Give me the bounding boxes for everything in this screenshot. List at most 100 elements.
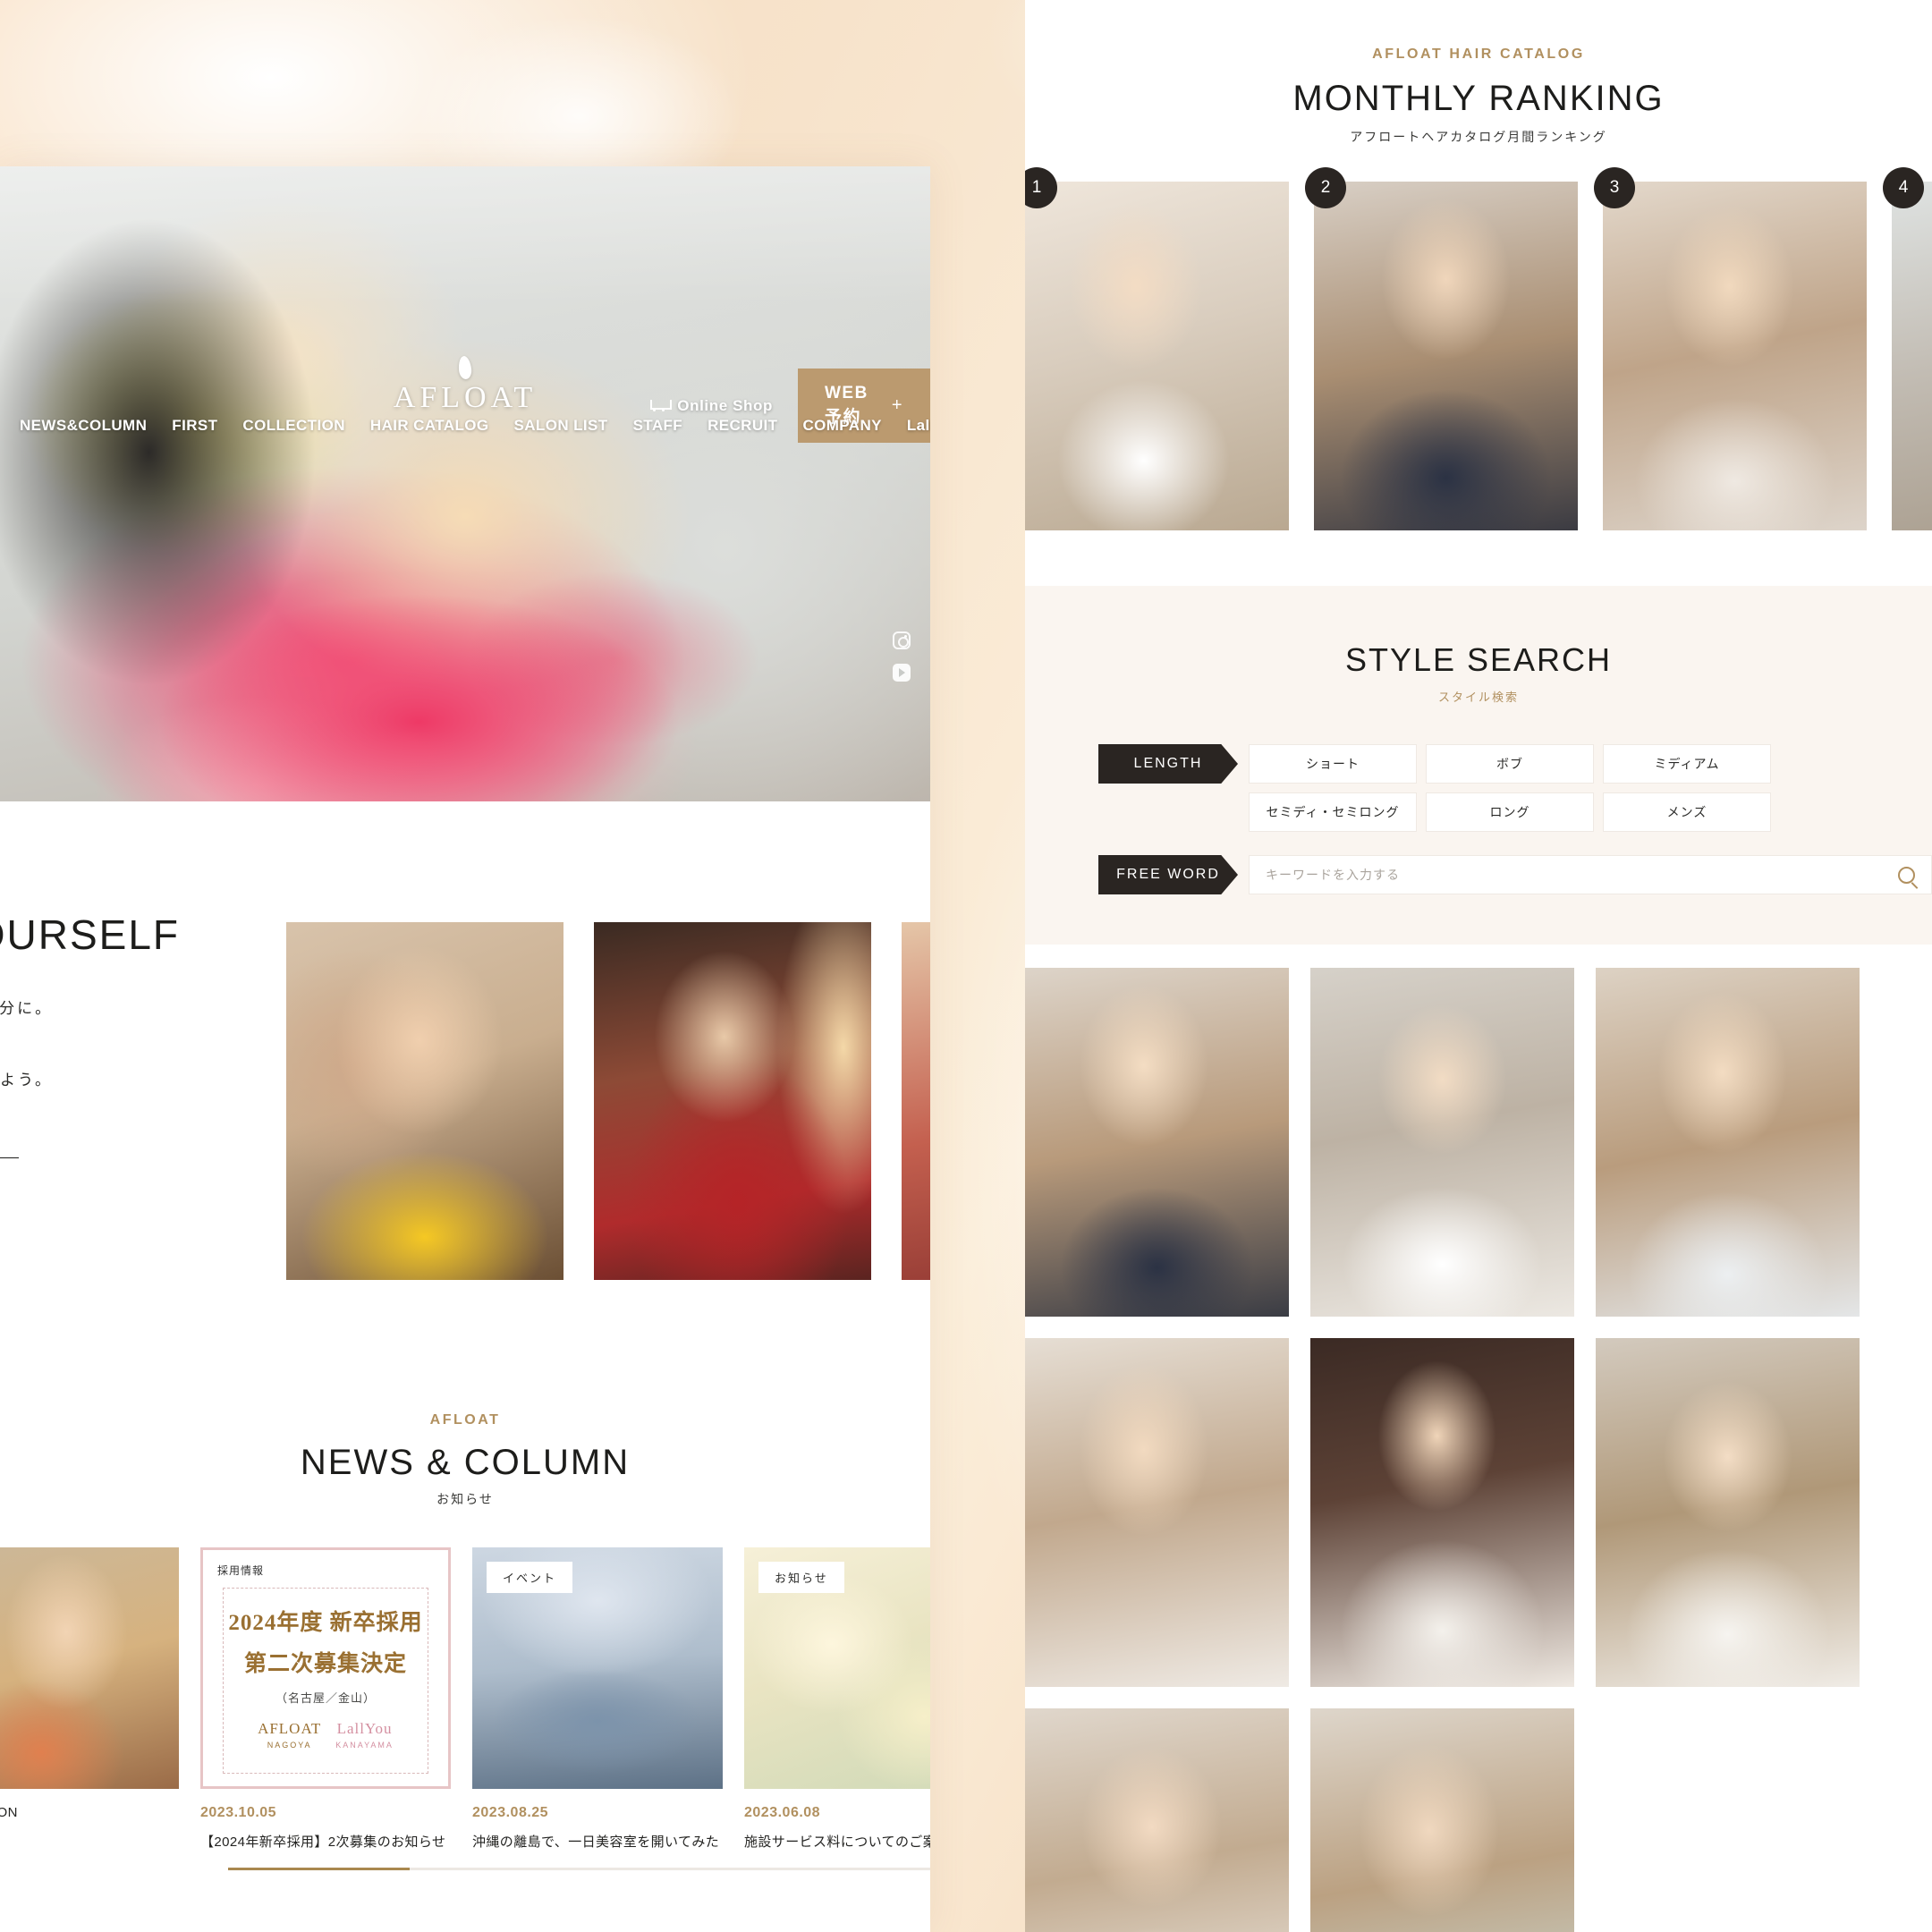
- about-title: FOR YOURSELF: [0, 911, 180, 958]
- length-filter-row: LENGTH ショート ボブ ミディアム セミディ・セミロング ロング メンズ: [1098, 744, 1932, 832]
- site-logo-text: AFLOAT: [393, 381, 538, 414]
- ranking-item[interactable]: 3: [1594, 167, 1867, 530]
- style-results-grid: [1025, 945, 1932, 1932]
- news-thumbnail: お知らせ: [744, 1547, 930, 1789]
- style-result-item[interactable]: [1310, 1338, 1574, 1687]
- style-search-header: STYLE SEARCH スタイル検索: [1025, 641, 1932, 705]
- nav-item-lallyou[interactable]: LallYou: [894, 417, 930, 435]
- poster-line-2: 第二次募集決定: [243, 1652, 407, 1676]
- style-search-subtitle: スタイル検索: [1437, 691, 1519, 704]
- news-date: 2023.08.25: [472, 1805, 549, 1820]
- news-title: NEWS & COLUMN: [300, 1443, 631, 1482]
- nav-item-staff[interactable]: STAFF: [621, 417, 696, 435]
- length-option-short[interactable]: ショート: [1249, 744, 1417, 784]
- style-result-item[interactable]: [1025, 968, 1289, 1317]
- news-card[interactable]: お知らせ 2023.06.08 施設サービス料についてのご案内: [744, 1547, 930, 1851]
- ranking-title: MONTHLY RANKING: [1292, 79, 1665, 118]
- carousel-scrollbar-thumb[interactable]: [228, 1868, 410, 1870]
- news-title-text: 施設サービス料についてのご案内: [744, 1835, 930, 1850]
- nav-item-recruit[interactable]: RECRUIT: [695, 417, 790, 435]
- carousel-scrollbar[interactable]: [228, 1868, 930, 1870]
- hero-vignette: [0, 166, 930, 801]
- about-section: FOR YOURSELF 、もっとすてきな自分に。 を心のままに。 しい美しさを…: [0, 801, 930, 1387]
- news-date: 2023.06.08: [744, 1805, 821, 1820]
- site-logo[interactable]: AFLOAT: [393, 355, 538, 415]
- about-photo-3[interactable]: [902, 922, 930, 1280]
- poster-line-1: 2024年度 新卒採用: [228, 1611, 423, 1635]
- news-card[interactable]: イベント 2023.08.25 沖縄の離島で、一日美容室を開いてみた: [472, 1547, 723, 1851]
- freeword-filter-row: FREE WORD キーワードを入力する: [1098, 855, 1932, 894]
- style-search-title: STYLE SEARCH: [1344, 641, 1613, 678]
- freeword-search-input[interactable]: キーワードを入力する: [1249, 855, 1932, 894]
- ranking-item[interactable]: 1: [1025, 167, 1289, 530]
- about-line-3: しい美しさを見つけよう。: [0, 1071, 53, 1089]
- rank-badge: 3: [1594, 167, 1635, 208]
- ranking-subtitle: アフロートヘアカタログ月間ランキング: [1350, 130, 1607, 144]
- ranking-item[interactable]: 4: [1883, 167, 1932, 530]
- nav-item-first[interactable]: FIRST: [159, 417, 230, 435]
- news-card[interactable]: COLLECTION: [0, 1547, 179, 1851]
- left-browser-panel: AFLOAT Online Shop WEB予約 + NEWS&COLUMN F…: [0, 166, 930, 1932]
- about-photo-2[interactable]: [594, 922, 871, 1280]
- about-gallery: [286, 922, 930, 1280]
- instagram-icon[interactable]: [893, 631, 911, 649]
- rank-badge: 1: [1025, 167, 1057, 208]
- news-title-text: 【2024年新卒採用】2次募集のお知らせ: [200, 1835, 446, 1850]
- cart-icon: [650, 398, 673, 413]
- about-photo-1[interactable]: [286, 922, 564, 1280]
- news-title-text: COLLECTION: [0, 1805, 18, 1820]
- length-option-bob[interactable]: ボブ: [1426, 744, 1594, 784]
- rank-badge: 2: [1305, 167, 1346, 208]
- online-shop-link[interactable]: Online Shop: [650, 397, 778, 415]
- style-result-item[interactable]: [1025, 1708, 1289, 1932]
- about-line-1: 、もっとすてきな自分に。: [0, 1000, 54, 1017]
- news-carousel: COLLECTION 2024年度 新卒採用 採用情報 2024年度 新卒採用 …: [0, 1547, 930, 1905]
- style-result-item[interactable]: [1310, 968, 1574, 1317]
- nav-item-hair-catalog[interactable]: HAIR CATALOG: [358, 417, 502, 435]
- rank-badge: 4: [1883, 167, 1924, 208]
- news-thumbnail: イベント: [472, 1547, 723, 1789]
- poster-brand-right-name: LallYou: [336, 1720, 393, 1737]
- online-shop-label: Online Shop: [677, 396, 773, 414]
- poster-inner: 2024年度 新卒採用 第二次募集決定 （名古屋／金山） AFLOAT NAGO…: [223, 1588, 428, 1774]
- length-option-semi[interactable]: セミディ・セミロング: [1249, 792, 1417, 832]
- youtube-icon[interactable]: [893, 664, 911, 682]
- style-search-form: LENGTH ショート ボブ ミディアム セミディ・セミロング ロング メンズ …: [1025, 744, 1932, 894]
- news-thumbnail: 2024年度 新卒採用 採用情報 2024年度 新卒採用 第二次募集決定 （名古…: [200, 1547, 451, 1789]
- length-option-long[interactable]: ロング: [1426, 792, 1594, 832]
- length-filter-label: LENGTH: [1098, 744, 1238, 784]
- poster-brand-left-sub: NAGOYA: [267, 1741, 312, 1750]
- ranking-list: 1 2 3 4: [1025, 167, 1932, 530]
- hero-section: AFLOAT Online Shop WEB予約 + NEWS&COLUMN F…: [0, 166, 930, 801]
- length-options: ショート ボブ ミディアム セミディ・セミロング ロング メンズ: [1249, 744, 1932, 832]
- ranking-eyebrow: AFLOAT HAIR CATALOG: [1372, 47, 1585, 62]
- news-badge: イベント: [487, 1562, 573, 1593]
- news-badge: 採用情報: [217, 1564, 265, 1577]
- nav-item-collection[interactable]: COLLECTION: [230, 417, 358, 435]
- poster-brand-left-name: AFLOAT: [258, 1720, 322, 1737]
- style-result-item[interactable]: [1596, 1338, 1860, 1687]
- length-option-medium[interactable]: ミディアム: [1603, 744, 1771, 784]
- news-subtitle: お知らせ: [436, 1492, 494, 1506]
- news-thumbnail: [0, 1547, 179, 1789]
- search-icon[interactable]: [1898, 866, 1915, 884]
- news-section: AFLOAT NEWS & COLUMN お知らせ COLLECTION 202…: [0, 1387, 930, 1905]
- social-links: [893, 631, 911, 682]
- news-card[interactable]: 2024年度 新卒採用 採用情報 2024年度 新卒採用 第二次募集決定 （名古…: [200, 1547, 451, 1851]
- style-result-item[interactable]: [1596, 968, 1860, 1317]
- nav-item-company[interactable]: COMPANY: [790, 417, 894, 435]
- about-cta-link[interactable]: お客様へ: [0, 1132, 89, 1182]
- ranking-item[interactable]: 2: [1305, 167, 1578, 530]
- right-browser-panel: AFLOAT HAIR CATALOG MONTHLY RANKING アフロー…: [1025, 0, 1932, 1932]
- about-text-block: FOR YOURSELF 、もっとすてきな自分に。 を心のままに。 しい美しさを…: [0, 911, 242, 1134]
- length-option-mens[interactable]: メンズ: [1603, 792, 1771, 832]
- freeword-filter-label: FREE WORD: [1098, 855, 1238, 894]
- about-cta-arrow-icon: [0, 1157, 20, 1158]
- about-line-2: を心のままに。: [0, 1027, 242, 1063]
- style-result-item[interactable]: [1025, 1338, 1289, 1687]
- nav-item-news[interactable]: NEWS&COLUMN: [20, 417, 159, 435]
- style-result-item[interactable]: [1310, 1708, 1574, 1932]
- news-track: COLLECTION 2024年度 新卒採用 採用情報 2024年度 新卒採用 …: [0, 1547, 930, 1851]
- poster-line-3: （名古屋／金山）: [275, 1691, 376, 1705]
- nav-item-salon-list[interactable]: SALON LIST: [502, 417, 621, 435]
